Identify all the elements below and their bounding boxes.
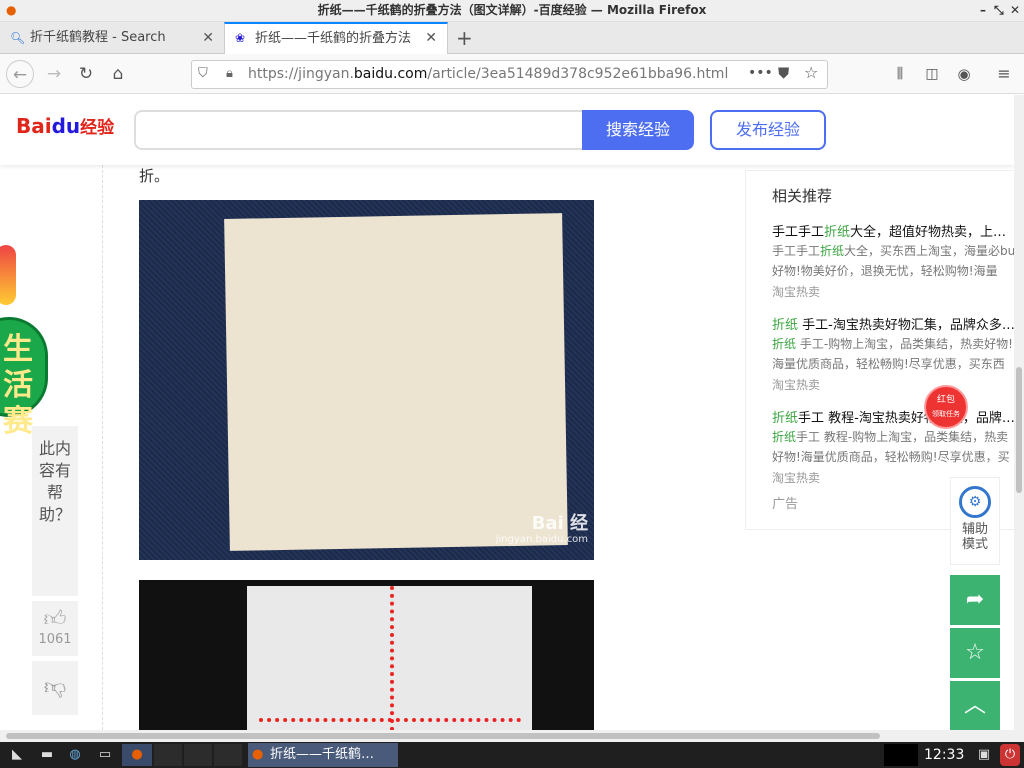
clock: 12:33 [924, 747, 965, 763]
power-icon[interactable]: ⏻ [1000, 744, 1020, 766]
new-tab-button[interactable]: + [456, 22, 473, 54]
url-bar[interactable]: ⛉ 🔒︎ https://jingyan.baidu.com/article/3… [191, 60, 828, 89]
accessibility-icon: ⚙ [959, 486, 991, 518]
workspace-3[interactable] [214, 744, 242, 766]
step-image-2[interactable] [139, 580, 594, 730]
tray-icon[interactable]: ▣ [974, 744, 994, 766]
bookmark-star-icon[interactable]: ☆ [804, 63, 818, 82]
pocket-icon[interactable]: ⛊ [778, 64, 789, 82]
related-item-title[interactable]: 手工手工折纸大全，超值好物热卖，上淘… [772, 221, 1014, 241]
tab-article[interactable]: ❀ 折纸——千纸鹤的折叠方法 ✕ [224, 22, 448, 55]
navigation-bar: ← → ↻ ⌂ ⛉ 🔒︎ https://jingyan.baidu.com/a… [0, 54, 1024, 94]
assist-label: 辅助模式 [961, 522, 988, 552]
publish-button[interactable]: 发布经验 [710, 110, 826, 150]
taskbar: ◣ ▬ ◍ ▭ ● ● 折纸——千纸鹤… 12:33 ▣ ⏻ [0, 742, 1024, 768]
start-menu-icon[interactable]: ◣ [4, 744, 30, 766]
sidebar-icon[interactable]: ◫ [918, 60, 946, 88]
taskbar-window-firefox[interactable]: ● 折纸——千纸鹤… [248, 743, 398, 767]
related-recommendations: 相关推荐 手工手工折纸大全，超值好物热卖，上淘… 手工手工折纸大全，买东西上淘宝… [745, 170, 1014, 530]
article-text: 折。 [139, 167, 170, 185]
star-icon: ☆ [965, 640, 985, 665]
tab-search[interactable]: 🔍︎ 折千纸鹤教程 - Search ✕ [0, 22, 224, 54]
tab-bar: 🔍︎ 折千纸鹤教程 - Search ✕ ❀ 折纸——千纸鹤的折叠方法 ✕ + [0, 22, 1024, 55]
promo-badge[interactable]: 生活赛 [0, 317, 48, 439]
maximize-button[interactable]: ⤡ [994, 0, 1004, 21]
url-text[interactable]: https://jingyan.baidu.com/article/3ea514… [248, 61, 728, 88]
related-item-title[interactable]: 折纸 手工-淘宝热卖好物汇集，品牌众多… [772, 314, 1014, 334]
close-window-button[interactable]: ✕ [1010, 0, 1020, 21]
chevron-up-icon: ︿ [963, 693, 986, 718]
menu-icon[interactable]: ≡ [990, 60, 1018, 88]
share-button[interactable]: ➦ [950, 575, 1000, 625]
workspace-1[interactable] [154, 744, 182, 766]
close-tab-icon[interactable]: ✕ [202, 22, 214, 54]
thumbs-up-icon: 👍︎ [43, 607, 67, 632]
firefox-icon: ● [252, 747, 264, 762]
window-titlebar: ● 折纸——千纸鹤的折叠方法（图文详解）-百度经验 — Mozilla Fire… [0, 0, 1024, 22]
page-actions-icon[interactable]: ••• [748, 65, 773, 81]
search-button[interactable]: 搜索经验 [582, 110, 694, 150]
back-to-top-button[interactable]: ︿ [950, 681, 1000, 730]
forward-button[interactable]: → [40, 60, 68, 88]
content-divider [102, 165, 103, 730]
related-item[interactable]: 折纸手工 教程-淘宝热卖好物汇集，品牌… 折纸手工 教程-购物上淘宝，品类集结，… [772, 407, 1014, 486]
related-item-source: 淘宝热卖 [772, 285, 821, 299]
related-item-desc: 手工手工折纸大全，买东西上淘宝，海量必bu好物!物美好价，退换无忧，轻松购物!海… [772, 244, 1014, 278]
shield-icon[interactable]: ⛉ [198, 66, 208, 81]
paw-icon: ❀ [235, 31, 246, 45]
minimize-button[interactable]: – [980, 0, 986, 21]
related-item-desc: 折纸 手工-购物上淘宝，品类集结，热卖好物!海量优质商品，轻松畅购!尽享优惠，买… [772, 337, 1013, 371]
favorite-button[interactable]: ☆ [950, 628, 1000, 678]
firefox-icon: ● [6, 3, 17, 17]
like-button[interactable]: 👍︎ 1061 [32, 601, 78, 656]
tab-label: 折纸——千纸鹤的折叠方法 [255, 31, 412, 46]
back-button[interactable]: ← [6, 60, 34, 88]
related-item-title[interactable]: 折纸手工 教程-淘宝热卖好物汇集，品牌… [772, 407, 1014, 427]
like-count: 1061 [38, 632, 72, 647]
watermark: Bai 经 jingyan.baidu.com [495, 513, 588, 546]
related-title: 相关推荐 [772, 187, 833, 205]
firefox-launcher-icon[interactable]: ● [122, 744, 152, 766]
search-icon: 🔍︎ [10, 31, 26, 45]
close-tab-icon[interactable]: ✕ [425, 24, 437, 53]
assist-mode-button[interactable]: ⚙ 辅助模式 [950, 477, 1000, 565]
dislike-button[interactable]: 👎︎ [32, 661, 78, 715]
vertical-scroll-thumb[interactable] [1016, 367, 1022, 493]
fold-line-vertical [390, 586, 394, 730]
ad-label: 广告 [772, 497, 799, 512]
desktop-icon[interactable]: ▬ [34, 744, 60, 766]
step-image-1[interactable]: Bai 经 jingyan.baidu.com [139, 200, 594, 560]
site-header: Baidu经验 搜索经验 发布经验 [0, 95, 1014, 165]
home-button[interactable]: ⌂ [104, 60, 132, 88]
promo-mascot [0, 245, 16, 305]
window-title: 折纸——千纸鹤的折叠方法（图文详解）-百度经验 — Mozilla Firefo… [317, 3, 707, 17]
fold-line-horizontal [259, 718, 521, 722]
thumbs-down-icon: 👎︎ [43, 675, 67, 700]
web-page: Baidu经验 搜索经验 发布经验 生活赛 此内容有帮助？ 👍︎ 1061 👎︎… [0, 95, 1014, 730]
red-packet-button[interactable]: 红包 领取任务 [924, 385, 968, 429]
account-icon[interactable]: ◉ [950, 60, 978, 88]
horizontal-scrollbar[interactable] [0, 730, 1024, 742]
library-icon[interactable]: ⫼ [886, 60, 914, 88]
related-item[interactable]: 折纸 手工-淘宝热卖好物汇集，品牌众多… 折纸 手工-购物上淘宝，品类集结，热卖… [772, 314, 1014, 393]
tray-area [884, 744, 918, 766]
horizontal-scroll-thumb[interactable] [6, 733, 880, 739]
related-item[interactable]: 手工手工折纸大全，超值好物热卖，上淘… 手工手工折纸大全，买东西上淘宝，海量必b… [772, 221, 1014, 300]
related-item-desc: 折纸手工 教程-购物上淘宝，品类集结，热卖好物!海量优质商品，轻松畅购!尽享优惠… [772, 430, 1010, 464]
share-icon: ➦ [965, 587, 985, 612]
search-input[interactable] [134, 110, 584, 150]
lock-icon[interactable]: 🔒︎ [226, 66, 233, 81]
helpful-question: 此内容有帮助？ [32, 426, 78, 596]
related-item-source: 淘宝热卖 [772, 378, 821, 392]
globe-icon[interactable]: ◍ [62, 744, 88, 766]
tab-label: 折千纸鹤教程 - Search [30, 30, 166, 45]
paper-square [224, 213, 568, 551]
baidu-jingyan-logo[interactable]: Baidu经验 [16, 113, 114, 138]
reload-button[interactable]: ↻ [72, 60, 100, 88]
workspace-2[interactable] [184, 744, 212, 766]
files-icon[interactable]: ▭ [92, 744, 118, 766]
vertical-scrollbar[interactable] [1014, 95, 1024, 730]
